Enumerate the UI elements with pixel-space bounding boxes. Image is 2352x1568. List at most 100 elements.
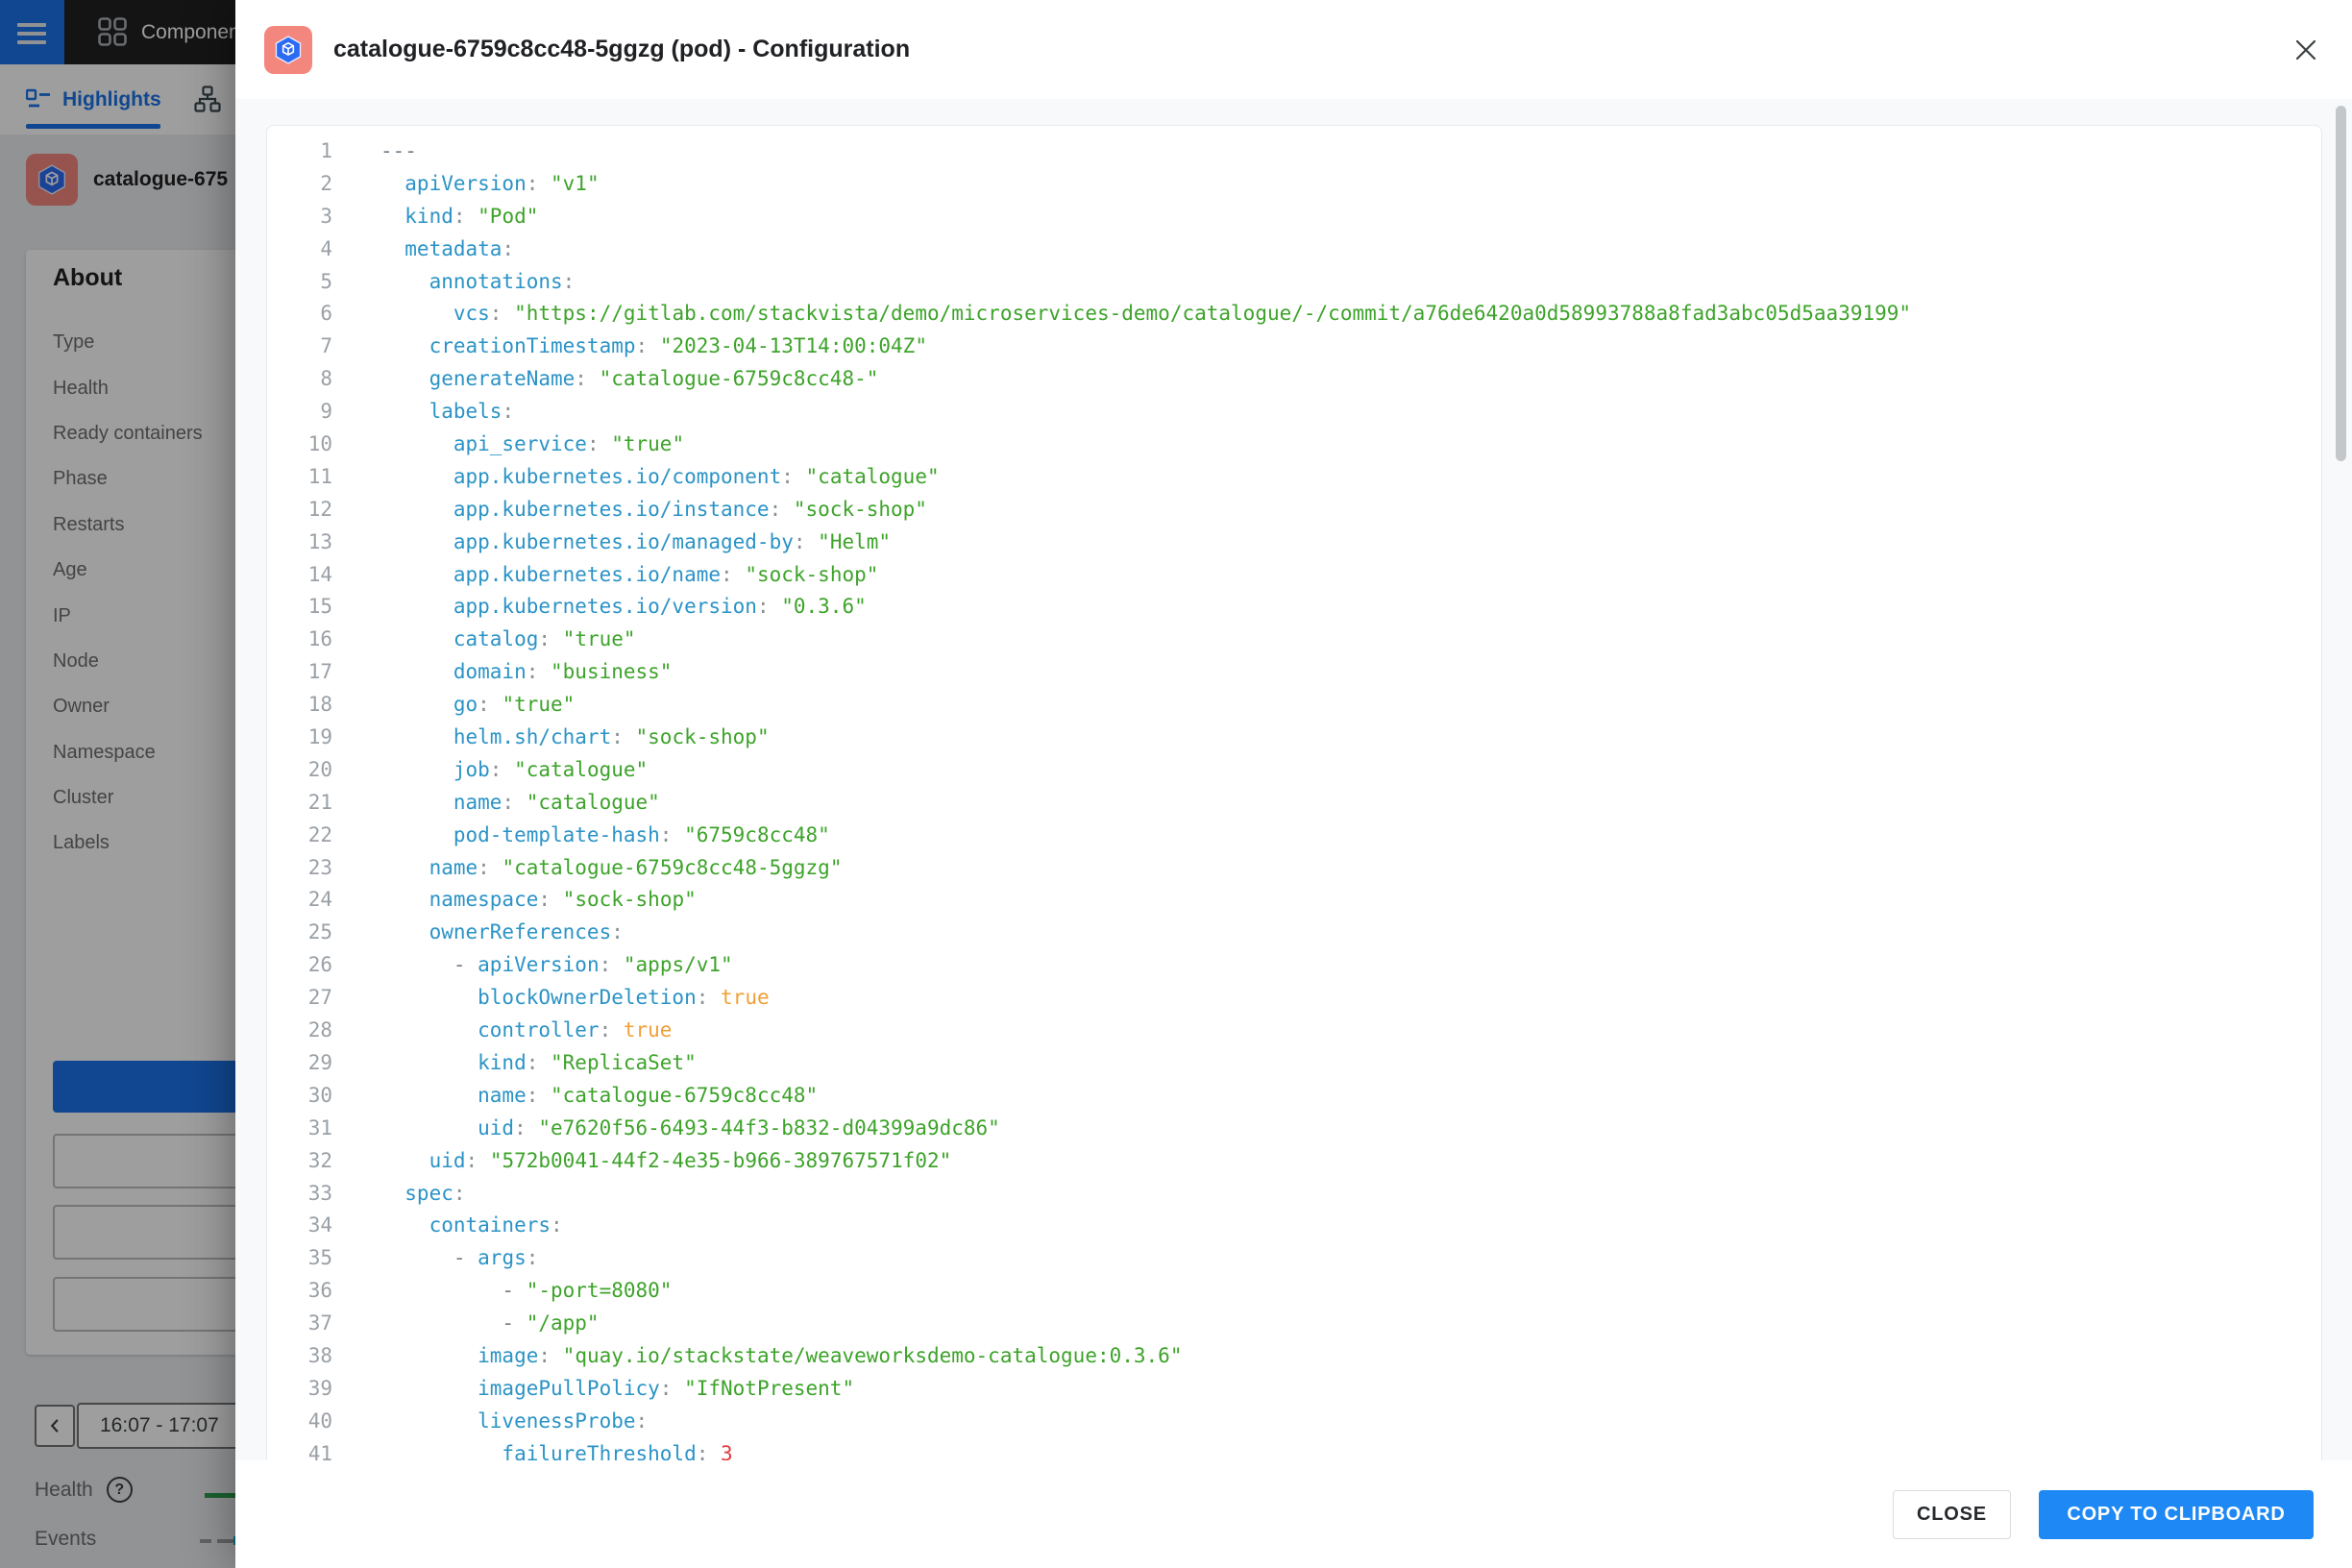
code-line: 31 uid: "e7620f56-6493-44f3-b832-d04399a… [267, 1113, 2321, 1145]
copy-to-clipboard-button[interactable]: COPY TO CLIPBOARD [2039, 1490, 2314, 1539]
code-line: 8 generateName: "catalogue-6759c8cc48-" [267, 363, 2321, 396]
line-number: 6 [267, 298, 332, 331]
code-line: 5 annotations: [267, 266, 2321, 299]
line-number: 27 [267, 982, 332, 1015]
code-text: creationTimestamp: "2023-04-13T14:00:04Z… [332, 331, 927, 363]
line-number: 2 [267, 168, 332, 201]
code-line: 32 uid: "572b0041-44f2-4e35-b966-3897675… [267, 1145, 2321, 1178]
line-number: 36 [267, 1275, 332, 1308]
vertical-scrollbar-thumb[interactable] [2336, 106, 2346, 461]
code-text: controller: true [332, 1015, 672, 1047]
line-number: 34 [267, 1210, 332, 1242]
modal-body: 1---2 apiVersion: "v1"3 kind: "Pod"4 met… [235, 99, 2352, 1460]
code-text: blockOwnerDeletion: true [332, 982, 770, 1015]
code-line: 41 failureThreshold: 3 [267, 1438, 2321, 1460]
code-text: catalog: "true" [332, 624, 636, 656]
code-text: spec: [332, 1178, 466, 1211]
modal-footer: CLOSE COPY TO CLIPBOARD [235, 1460, 2352, 1568]
code-text: image: "quay.io/stackstate/weaveworksdem… [332, 1340, 1182, 1373]
code-line: 12 app.kubernetes.io/instance: "sock-sho… [267, 494, 2321, 527]
code-text: uid: "572b0041-44f2-4e35-b966-389767571f… [332, 1145, 951, 1178]
line-number: 11 [267, 461, 332, 494]
close-button[interactable]: CLOSE [1893, 1490, 2011, 1539]
line-number: 25 [267, 917, 332, 949]
line-number: 7 [267, 331, 332, 363]
code-text: metadata: [332, 233, 514, 266]
line-number: 20 [267, 754, 332, 787]
code-line: 28 controller: true [267, 1015, 2321, 1047]
code-line: 10 api_service: "true" [267, 429, 2321, 461]
code-line: 22 pod-template-hash: "6759c8cc48" [267, 820, 2321, 852]
code-text: app.kubernetes.io/instance: "sock-shop" [332, 494, 927, 527]
code-line: 9 labels: [267, 396, 2321, 429]
line-number: 35 [267, 1242, 332, 1275]
line-number: 24 [267, 884, 332, 917]
line-number: 30 [267, 1080, 332, 1113]
code-line: 2 apiVersion: "v1" [267, 168, 2321, 201]
line-number: 31 [267, 1113, 332, 1145]
code-text: name: "catalogue-6759c8cc48" [332, 1080, 818, 1113]
code-line: 4 metadata: [267, 233, 2321, 266]
code-text: - args: [332, 1242, 538, 1275]
code-line: 13 app.kubernetes.io/managed-by: "Helm" [267, 527, 2321, 559]
line-number: 8 [267, 363, 332, 396]
code-text: job: "catalogue" [332, 754, 648, 787]
code-line: 19 helm.sh/chart: "sock-shop" [267, 722, 2321, 754]
line-number: 14 [267, 559, 332, 592]
line-number: 38 [267, 1340, 332, 1373]
code-text: livenessProbe: [332, 1406, 648, 1438]
code-text: kind: "Pod" [332, 201, 538, 233]
line-number: 40 [267, 1406, 332, 1438]
code-line: 16 catalog: "true" [267, 624, 2321, 656]
code-text: failureThreshold: 3 [332, 1438, 733, 1460]
code-line: 25 ownerReferences: [267, 917, 2321, 949]
code-lines: 1---2 apiVersion: "v1"3 kind: "Pod"4 met… [267, 135, 2321, 1460]
code-line: 33 spec: [267, 1178, 2321, 1211]
line-number: 39 [267, 1373, 332, 1406]
code-line: 15 app.kubernetes.io/version: "0.3.6" [267, 591, 2321, 624]
code-text: name: "catalogue" [332, 787, 660, 820]
code-line: 37 - "/app" [267, 1308, 2321, 1340]
code-text: imagePullPolicy: "IfNotPresent" [332, 1373, 854, 1406]
code-text: containers: [332, 1210, 563, 1242]
code-text: pod-template-hash: "6759c8cc48" [332, 820, 830, 852]
code-line: 30 name: "catalogue-6759c8cc48" [267, 1080, 2321, 1113]
screen: Components Highlights [0, 0, 2352, 1568]
code-line: 27 blockOwnerDeletion: true [267, 982, 2321, 1015]
code-line: 21 name: "catalogue" [267, 787, 2321, 820]
code-text: ownerReferences: [332, 917, 624, 949]
code-text: - "-port=8080" [332, 1275, 672, 1308]
code-text: name: "catalogue-6759c8cc48-5ggzg" [332, 852, 842, 885]
line-number: 32 [267, 1145, 332, 1178]
code-text: - "/app" [332, 1308, 600, 1340]
code-text: --- [332, 135, 417, 168]
code-text: labels: [332, 396, 514, 429]
line-number: 41 [267, 1438, 332, 1460]
line-number: 13 [267, 527, 332, 559]
line-number: 23 [267, 852, 332, 885]
line-number: 33 [267, 1178, 332, 1211]
code-text: app.kubernetes.io/managed-by: "Helm" [332, 527, 891, 559]
line-number: 29 [267, 1047, 332, 1080]
code-text: api_service: "true" [332, 429, 684, 461]
code-text: annotations: [332, 266, 575, 299]
line-number: 21 [267, 787, 332, 820]
code-line: 36 - "-port=8080" [267, 1275, 2321, 1308]
line-number: 9 [267, 396, 332, 429]
line-number: 17 [267, 656, 332, 689]
line-number: 16 [267, 624, 332, 656]
configuration-modal: catalogue-6759c8cc48-5ggzg (pod) - Confi… [235, 0, 2352, 1568]
code-line: 40 livenessProbe: [267, 1406, 2321, 1438]
code-line: 14 app.kubernetes.io/name: "sock-shop" [267, 559, 2321, 592]
line-number: 19 [267, 722, 332, 754]
code-text: namespace: "sock-shop" [332, 884, 697, 917]
close-icon[interactable] [2292, 37, 2319, 63]
yaml-configuration-viewer: 1---2 apiVersion: "v1"3 kind: "Pod"4 met… [266, 125, 2322, 1460]
code-line: 39 imagePullPolicy: "IfNotPresent" [267, 1373, 2321, 1406]
code-line: 11 app.kubernetes.io/component: "catalog… [267, 461, 2321, 494]
code-text: generateName: "catalogue-6759c8cc48-" [332, 363, 878, 396]
line-number: 22 [267, 820, 332, 852]
code-text: vcs: "https://gitlab.com/stackvista/demo… [332, 298, 1911, 331]
line-number: 1 [267, 135, 332, 168]
line-number: 15 [267, 591, 332, 624]
